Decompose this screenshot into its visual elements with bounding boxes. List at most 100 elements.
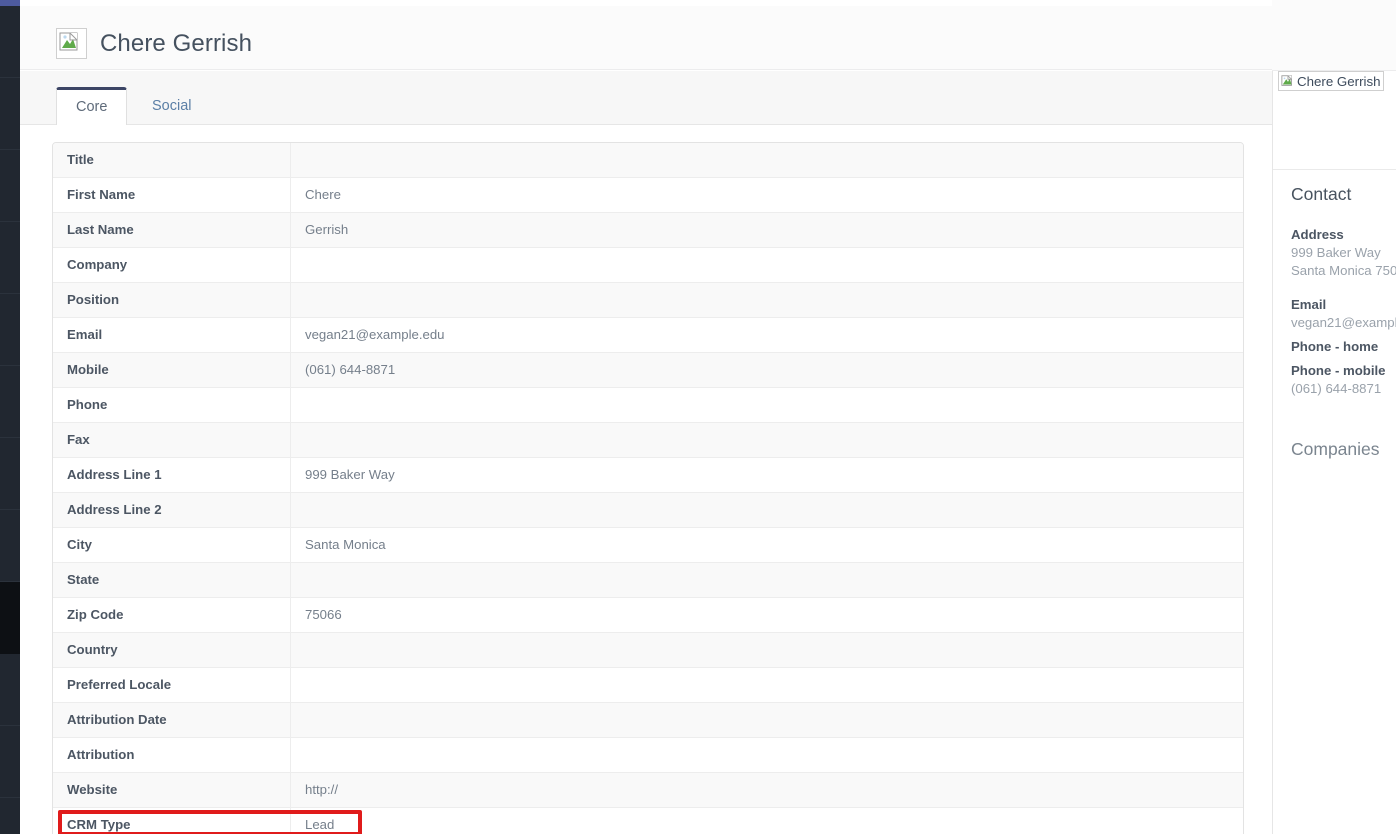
row-value[interactable] xyxy=(291,423,1243,457)
row-value[interactable] xyxy=(291,633,1243,667)
table-row: Position xyxy=(53,283,1243,318)
table-row: CRM Type Lead xyxy=(53,808,1243,834)
field-phone-home-label: Phone - home xyxy=(1291,339,1379,354)
broken-image-icon xyxy=(1281,75,1292,86)
contact-detail-page: Chere Gerrish Core Social Title First Nam… xyxy=(0,0,1396,834)
sidebar-nav-row-5[interactable] xyxy=(0,294,20,366)
row-label: Last Name xyxy=(53,213,291,247)
row-value[interactable]: Gerrish xyxy=(291,213,1243,247)
sidebar-nav-row-10[interactable] xyxy=(0,654,20,726)
table-row: Country xyxy=(53,633,1243,668)
table-row: Company xyxy=(53,248,1243,283)
contact-side-panel: Chere Gerrish Contact Address 999 Baker … xyxy=(1272,71,1396,834)
header-right-area xyxy=(1272,0,1396,71)
row-label: Attribution xyxy=(53,738,291,772)
field-address-line-1: 999 Baker Way xyxy=(1291,245,1381,260)
field-address-label: Address xyxy=(1291,227,1344,242)
contact-photo-alt-text: Chere Gerrish xyxy=(1297,73,1381,89)
table-row: Address Line 2 xyxy=(53,493,1243,528)
row-value[interactable]: (061) 644-8871 xyxy=(291,353,1243,387)
row-value[interactable]: vegan21@example.edu xyxy=(291,318,1243,352)
field-phone-mobile: Phone - mobile (061) 644-8871 xyxy=(1291,362,1386,398)
field-email-label: Email xyxy=(1291,297,1327,312)
left-nav-sidebar xyxy=(0,0,20,834)
sidebar-nav-row-6[interactable] xyxy=(0,366,20,438)
sidebar-nav-row-11[interactable] xyxy=(0,726,20,798)
table-row: Phone xyxy=(53,388,1243,423)
row-label: First Name xyxy=(53,178,291,212)
row-label: Country xyxy=(53,633,291,667)
tab-bar: Core Social xyxy=(20,71,1272,125)
side-panel-divider xyxy=(1273,169,1396,170)
row-label: Preferred Locale xyxy=(53,668,291,702)
side-panel-clip: Chere Gerrish Contact Address 999 Baker … xyxy=(1273,71,1396,834)
companies-section-heading: Companies xyxy=(1291,439,1380,459)
sidebar-nav-row-2[interactable] xyxy=(0,78,20,150)
row-value[interactable] xyxy=(291,388,1243,422)
row-value[interactable] xyxy=(291,738,1243,772)
row-value[interactable] xyxy=(291,248,1243,282)
table-row: Email vegan21@example.edu xyxy=(53,318,1243,353)
row-value[interactable] xyxy=(291,563,1243,597)
row-value[interactable]: http:// xyxy=(291,773,1243,807)
row-value[interactable]: 75066 xyxy=(291,598,1243,632)
sidebar-nav-row-4[interactable] xyxy=(0,222,20,294)
row-value[interactable]: Chere xyxy=(291,178,1243,212)
row-label: Address Line 1 xyxy=(53,458,291,492)
field-phone-home: Phone - home xyxy=(1291,338,1378,356)
sidebar-nav-row-8[interactable] xyxy=(0,510,20,582)
row-label: Position xyxy=(53,283,291,317)
table-row: City Santa Monica xyxy=(53,528,1243,563)
table-row: Attribution xyxy=(53,738,1243,773)
row-value[interactable] xyxy=(291,283,1243,317)
row-label: Address Line 2 xyxy=(53,493,291,527)
field-phone-mobile-value: (061) 644-8871 xyxy=(1291,381,1382,396)
page-title: Chere Gerrish xyxy=(100,30,253,57)
table-row: Last Name Gerrish xyxy=(53,213,1243,248)
row-value[interactable] xyxy=(291,143,1243,177)
table-row: Address Line 1 999 Baker Way xyxy=(53,458,1243,493)
contact-section-heading: Contact xyxy=(1291,184,1352,204)
sidebar-nav-row-9[interactable] xyxy=(0,582,20,654)
row-label: State xyxy=(53,563,291,597)
row-label: Phone xyxy=(53,388,291,422)
field-email: Email vegan21@example.edu xyxy=(1291,296,1396,332)
row-value[interactable] xyxy=(291,493,1243,527)
table-row: Zip Code 75066 xyxy=(53,598,1243,633)
row-label: Attribution Date xyxy=(53,703,291,737)
table-row: Preferred Locale xyxy=(53,668,1243,703)
table-row: Mobile (061) 644-8871 xyxy=(53,353,1243,388)
row-label: Email xyxy=(53,318,291,352)
contact-photo-broken-image: Chere Gerrish xyxy=(1278,71,1384,91)
field-phone-mobile-label: Phone - mobile xyxy=(1291,363,1386,378)
row-value[interactable]: Santa Monica xyxy=(291,528,1243,562)
core-attributes-table: Title First Name Chere Last Name Gerrish Comp… xyxy=(52,142,1244,834)
row-value[interactable] xyxy=(291,668,1243,702)
table-row: Website http:// xyxy=(53,773,1243,808)
broken-image-icon xyxy=(56,28,87,59)
row-value[interactable]: Lead xyxy=(291,808,1243,834)
field-address-line-2: Santa Monica 75066 xyxy=(1291,263,1396,278)
row-label: City xyxy=(53,528,291,562)
sidebar-nav-row-3[interactable] xyxy=(0,150,20,222)
tab-social[interactable]: Social xyxy=(133,87,211,125)
table-row: Title xyxy=(53,143,1243,178)
row-label: Fax xyxy=(53,423,291,457)
row-label: Zip Code xyxy=(53,598,291,632)
sidebar-nav-row-1[interactable] xyxy=(0,6,20,78)
field-email-value[interactable]: vegan21@example.edu xyxy=(1291,314,1396,332)
row-value[interactable]: 999 Baker Way xyxy=(291,458,1243,492)
row-label: Website xyxy=(53,773,291,807)
row-label: Company xyxy=(53,248,291,282)
row-value[interactable] xyxy=(291,703,1243,737)
sidebar-nav-row-7[interactable] xyxy=(0,438,20,510)
table-row: First Name Chere xyxy=(53,178,1243,213)
table-row: Fax xyxy=(53,423,1243,458)
tab-core[interactable]: Core xyxy=(56,87,128,125)
table-row: State xyxy=(53,563,1243,598)
row-label: Title xyxy=(53,143,291,177)
page-header: Chere Gerrish xyxy=(20,6,1272,70)
row-label: CRM Type xyxy=(53,808,291,834)
row-label: Mobile xyxy=(53,353,291,387)
field-address: Address 999 Baker Way Santa Monica 75066 xyxy=(1291,226,1396,280)
